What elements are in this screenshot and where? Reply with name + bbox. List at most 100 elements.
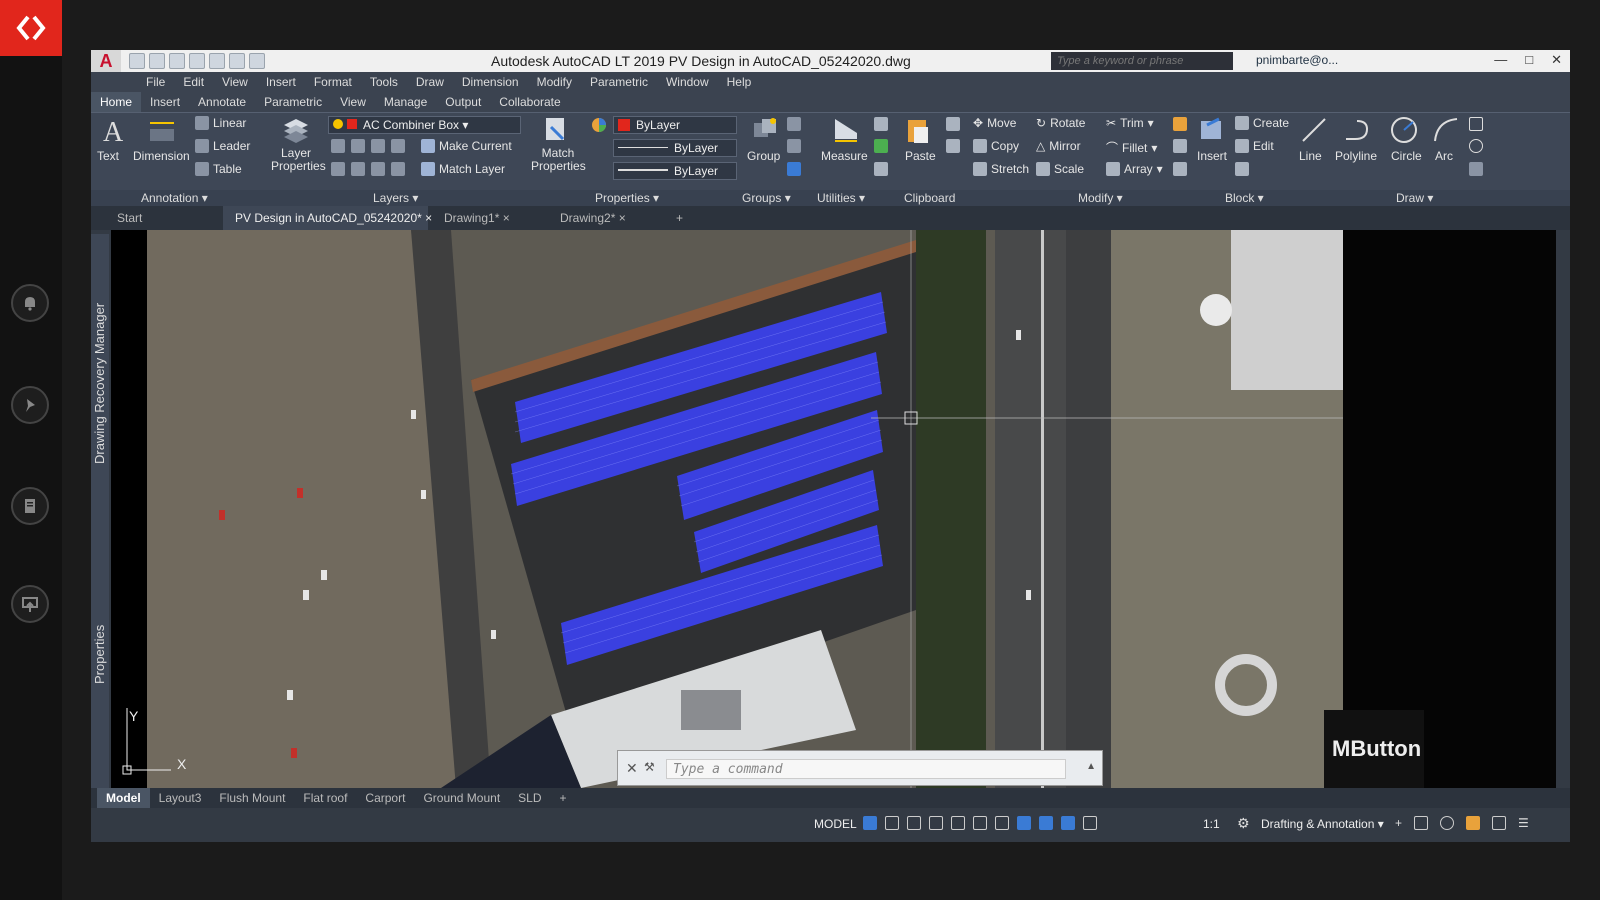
open-icon[interactable]	[149, 53, 165, 69]
menu-file[interactable]: File	[137, 72, 174, 92]
menu-edit[interactable]: Edit	[174, 72, 213, 92]
block-panel-title[interactable]: Block ▾	[1225, 191, 1264, 205]
help-search-input[interactable]: Type a keyword or phrase	[1051, 52, 1233, 70]
cut-icon[interactable]	[946, 117, 960, 131]
copy-button[interactable]: Copy	[973, 139, 1019, 153]
trim-button[interactable]: ✂ Trim ▾	[1106, 116, 1154, 130]
layout-tab-sld[interactable]: SLD	[509, 788, 550, 808]
rectangle-icon[interactable]	[1469, 117, 1483, 131]
menu-modify[interactable]: Modify	[528, 72, 581, 92]
menu-window[interactable]: Window	[657, 72, 718, 92]
menu-help[interactable]: Help	[718, 72, 761, 92]
layout-tab-ground-mount[interactable]: Ground Mount	[414, 788, 509, 808]
drawing-recovery-manager-tab[interactable]: Drawing Recovery Manager	[92, 303, 107, 464]
undo-icon[interactable]	[229, 53, 245, 69]
insert-button[interactable]: Insert	[1197, 149, 1227, 163]
tab-home[interactable]: Home	[91, 92, 142, 112]
layer-thaw-icon[interactable]	[351, 162, 365, 176]
match-layer-button[interactable]: Match Layer	[421, 162, 505, 176]
doc-tab-pv-design[interactable]: PV Design in AutoCAD_05242020* ×	[223, 206, 432, 230]
app-logo[interactable]	[0, 0, 62, 56]
layer-properties-button[interactable]: Layer Properties	[271, 147, 326, 173]
tab-insert[interactable]: Insert	[141, 92, 189, 112]
stretch-button[interactable]: Stretch	[973, 162, 1029, 176]
new-tab-button[interactable]: +	[664, 206, 695, 230]
line-button[interactable]: Line	[1299, 149, 1322, 163]
ortho-icon[interactable]	[907, 816, 921, 830]
layer-isolate-icon[interactable]	[331, 139, 345, 153]
drawing-canvas[interactable]: Y X ✕ ⚒ Type a command ▲ MButton	[111, 230, 1556, 788]
object-snap-tracking-icon[interactable]	[973, 816, 987, 830]
groups-panel-title[interactable]: Groups ▾	[742, 191, 791, 205]
offset-icon[interactable]	[1173, 162, 1187, 176]
doc-tab-drawing2[interactable]: Drawing2* ×	[548, 206, 660, 230]
save-as-icon[interactable]	[189, 53, 205, 69]
mirror-button[interactable]: △ Mirror	[1036, 139, 1081, 153]
properties-palette-tab[interactable]: Properties	[92, 625, 107, 684]
user-account[interactable]: pnimbarte@o...	[1256, 53, 1338, 67]
polar-icon[interactable]	[929, 816, 943, 830]
save-icon[interactable]	[169, 53, 185, 69]
menu-parametric[interactable]: Parametric	[581, 72, 657, 92]
tab-parametric[interactable]: Parametric	[255, 92, 331, 112]
group-edit-icon[interactable]	[787, 139, 801, 153]
leader-button[interactable]: Leader	[195, 139, 250, 153]
layout-tab-layout3[interactable]: Layout3	[150, 788, 211, 808]
layer-freeze-icon[interactable]	[351, 139, 365, 153]
isodraft-icon[interactable]	[951, 816, 965, 830]
gear-icon[interactable]: ⚙	[1237, 815, 1250, 832]
menu-insert[interactable]: Insert	[257, 72, 305, 92]
match-properties-button[interactable]: Match Properties	[531, 147, 586, 173]
application-menu-button[interactable]: A	[91, 50, 121, 72]
minimize-icon[interactable]: —	[1494, 52, 1507, 68]
layout-tab-model[interactable]: Model	[97, 788, 150, 808]
share-button[interactable]	[11, 585, 49, 623]
menu-tools[interactable]: Tools	[361, 72, 407, 92]
rotate-button[interactable]: ↻ Rotate	[1036, 116, 1085, 130]
menu-view[interactable]: View	[213, 72, 257, 92]
draw-panel-title[interactable]: Draw ▾	[1396, 191, 1433, 205]
measure-button[interactable]: Measure	[821, 149, 868, 163]
model-space-toggle[interactable]: MODEL	[814, 817, 857, 831]
color-dropdown[interactable]: ByLayer	[613, 116, 737, 134]
menu-draw[interactable]: Draw	[407, 72, 453, 92]
layout-tab-carport[interactable]: Carport	[356, 788, 414, 808]
layer-unlock-icon[interactable]	[391, 162, 405, 176]
id-point-icon[interactable]	[874, 117, 888, 131]
create-block-button[interactable]: Create	[1235, 116, 1289, 130]
erase-icon[interactable]	[1173, 117, 1187, 131]
hardware-acceleration-icon[interactable]	[1466, 816, 1481, 830]
new-icon[interactable]	[129, 53, 145, 69]
layers-panel-title[interactable]: Layers ▾	[373, 191, 418, 205]
layer-lock-icon[interactable]	[391, 139, 405, 153]
annotation-monitor-icon[interactable]: +	[1395, 816, 1402, 830]
group-select-icon[interactable]	[787, 162, 801, 176]
annotation-scale[interactable]: 1:1	[1203, 817, 1220, 831]
command-history-icon[interactable]: ▲	[1086, 761, 1096, 772]
clean-screen-icon[interactable]	[1492, 816, 1507, 830]
lineweight-icon[interactable]	[995, 816, 1009, 830]
workspace-switcher[interactable]: Drafting & Annotation ▾	[1261, 817, 1384, 831]
quick-select-icon[interactable]	[874, 139, 888, 153]
grid-icon[interactable]	[863, 816, 877, 830]
arc-button[interactable]: Arc	[1435, 149, 1453, 163]
menu-format[interactable]: Format	[305, 72, 361, 92]
lineweight-dropdown[interactable]: ByLayer	[613, 162, 737, 180]
menu-dimension[interactable]: Dimension	[453, 72, 528, 92]
auto-scale-icon[interactable]	[1083, 816, 1097, 830]
polyline-button[interactable]: Polyline	[1335, 149, 1377, 163]
close-tab-icon[interactable]: ×	[503, 211, 510, 225]
layout-tab-flat-roof[interactable]: Flat roof	[294, 788, 356, 808]
selection-cycling-icon[interactable]	[1017, 816, 1031, 830]
customization-menu-icon[interactable]: ☰	[1518, 816, 1529, 830]
copy-clip-icon[interactable]	[946, 139, 960, 153]
maximize-icon[interactable]: □	[1525, 52, 1533, 68]
hatch-icon[interactable]	[1469, 162, 1483, 176]
tab-manage[interactable]: Manage	[375, 92, 436, 112]
tab-view[interactable]: View	[331, 92, 375, 112]
text-button[interactable]: Text	[97, 149, 119, 163]
tab-annotate[interactable]: Annotate	[189, 92, 255, 112]
layer-off-icon[interactable]	[371, 139, 385, 153]
linetype-dropdown[interactable]: ByLayer	[613, 139, 737, 157]
edit-block-button[interactable]: Edit	[1235, 139, 1274, 153]
